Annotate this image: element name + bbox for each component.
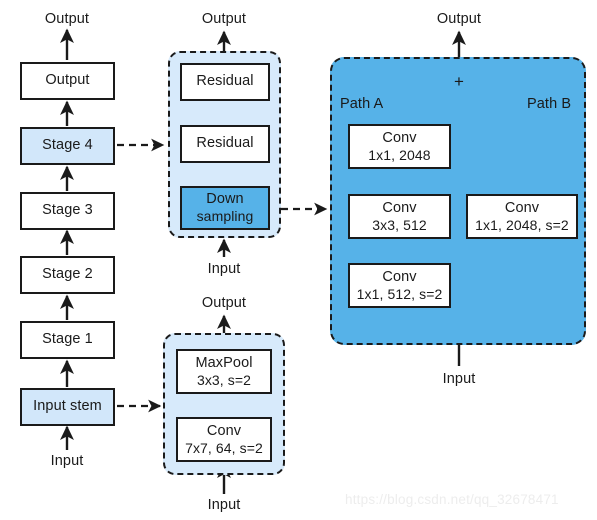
diagram-canvas: Output Output Stage 4 Stage 3 Stage 2 St… <box>0 0 597 520</box>
stage-detail-bottom-label: Input <box>207 261 241 277</box>
backbone-block-input-stem-label: Input stem <box>33 398 102 415</box>
stem-detail-block-conv-line1: Conv <box>206 422 242 439</box>
backbone-block-stage-2[interactable]: Stage 2 <box>20 256 115 294</box>
stem-detail-block-maxpool-line2: 3x3, s=2 <box>196 371 252 388</box>
stage-detail-block-residual-top[interactable]: Residual <box>180 63 270 101</box>
path-b-block-conv-1x1-2048-s2-line2: 1x1, 2048, s=2 <box>475 216 569 233</box>
stage-detail-block-downsampling-line1: Down <box>206 191 244 208</box>
downsampling-detail-bottom-label: Input <box>442 371 476 387</box>
path-a-block-conv-1x1-2048[interactable]: Conv 1x1, 2048 <box>348 124 451 169</box>
watermark: https://blog.csdn.net/qq_32678471 <box>345 492 559 507</box>
stem-detail-block-conv[interactable]: Conv 7x7, 64, s=2 <box>176 417 272 462</box>
path-a-block-conv-1x1-512-s2[interactable]: Conv 1x1, 512, s=2 <box>348 263 451 308</box>
stem-detail-top-label: Output <box>201 295 247 311</box>
path-b-block-conv-1x1-2048-s2-line1: Conv <box>504 199 540 216</box>
path-a-block-conv-3x3-512[interactable]: Conv 3x3, 512 <box>348 194 451 239</box>
downsampling-detail-top-label: Output <box>436 11 482 27</box>
stage-detail-block-residual-top-label: Residual <box>196 73 254 90</box>
stage-detail-block-downsampling-line2: sampling <box>196 208 254 225</box>
path-a-block-conv-3x3-512-line1: Conv <box>382 199 417 216</box>
stem-detail-block-conv-line2: 7x7, 64, s=2 <box>185 439 263 456</box>
backbone-block-stage-4[interactable]: Stage 4 <box>20 127 115 165</box>
path-a-block-conv-1x1-2048-line2: 1x1, 2048 <box>368 146 431 163</box>
path-b-block-conv-1x1-2048-s2[interactable]: Conv 1x1, 2048, s=2 <box>466 194 578 239</box>
path-a-block-conv-1x1-2048-line1: Conv <box>382 129 417 146</box>
backbone-block-stage-3-label: Stage 3 <box>42 202 93 219</box>
stem-detail-block-maxpool-line1: MaxPool <box>195 354 253 371</box>
backbone-block-stage-1[interactable]: Stage 1 <box>20 321 115 359</box>
stage-detail-block-residual-bottom-label: Residual <box>196 135 254 152</box>
path-a-block-conv-3x3-512-line2: 3x3, 512 <box>372 216 427 233</box>
sum-node-symbol: + <box>454 72 464 91</box>
stage-detail-block-downsampling[interactable]: Down sampling <box>180 186 270 230</box>
backbone-bottom-label: Input <box>50 453 84 469</box>
backbone-block-input-stem[interactable]: Input stem <box>20 388 115 426</box>
path-a-block-conv-1x1-512-s2-line2: 1x1, 512, s=2 <box>356 285 443 302</box>
stage-detail-block-residual-bottom[interactable]: Residual <box>180 125 270 163</box>
stage-detail-top-label: Output <box>201 11 247 27</box>
backbone-block-output[interactable]: Output <box>20 62 115 100</box>
stem-detail-block-maxpool[interactable]: MaxPool 3x3, s=2 <box>176 349 272 394</box>
backbone-top-label: Output <box>44 11 90 27</box>
stem-detail-bottom-label: Input <box>207 497 241 513</box>
backbone-block-output-label: Output <box>45 72 90 89</box>
backbone-block-stage-3[interactable]: Stage 3 <box>20 192 115 230</box>
path-a-label: Path A <box>340 96 384 112</box>
path-a-block-conv-1x1-512-s2-line1: Conv <box>382 268 417 285</box>
backbone-block-stage-4-label: Stage 4 <box>42 137 93 154</box>
backbone-block-stage-1-label: Stage 1 <box>42 331 93 348</box>
backbone-block-stage-2-label: Stage 2 <box>42 266 93 283</box>
path-b-label: Path B <box>527 96 572 112</box>
